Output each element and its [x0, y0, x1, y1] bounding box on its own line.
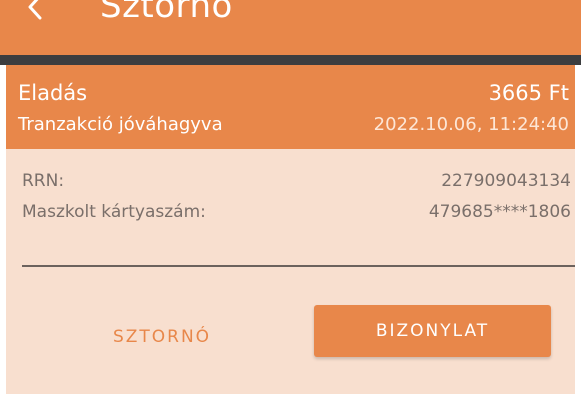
- transaction-amount: 3665 Ft: [488, 81, 569, 105]
- rrn-label: RRN:: [22, 171, 65, 191]
- transaction-header: Eladás 3665 Ft Tranzakció jóváhagyva 202…: [6, 65, 575, 149]
- receipt-button[interactable]: BIZONYLAT: [314, 305, 551, 357]
- app-bar: Sztornó: [0, 0, 581, 55]
- transaction-card: Eladás 3665 Ft Tranzakció jóváhagyva 202…: [6, 65, 575, 394]
- rrn-value: 227909043134: [441, 171, 571, 191]
- transaction-type: Eladás: [18, 81, 88, 105]
- masked-card-value: 479685****1806: [428, 202, 571, 222]
- void-button[interactable]: SZTORNÓ: [90, 311, 234, 363]
- toolbar-divider: [0, 55, 581, 65]
- masked-card-label: Maszkolt kártyaszám:: [22, 202, 206, 222]
- divider: [22, 265, 575, 267]
- back-arrow-icon[interactable]: [22, 0, 48, 20]
- transaction-status: Tranzakció jóváhagyva: [18, 114, 223, 135]
- page-title: Sztornó: [100, 0, 233, 26]
- transaction-datetime: 2022.10.06, 11:24:40: [373, 114, 569, 135]
